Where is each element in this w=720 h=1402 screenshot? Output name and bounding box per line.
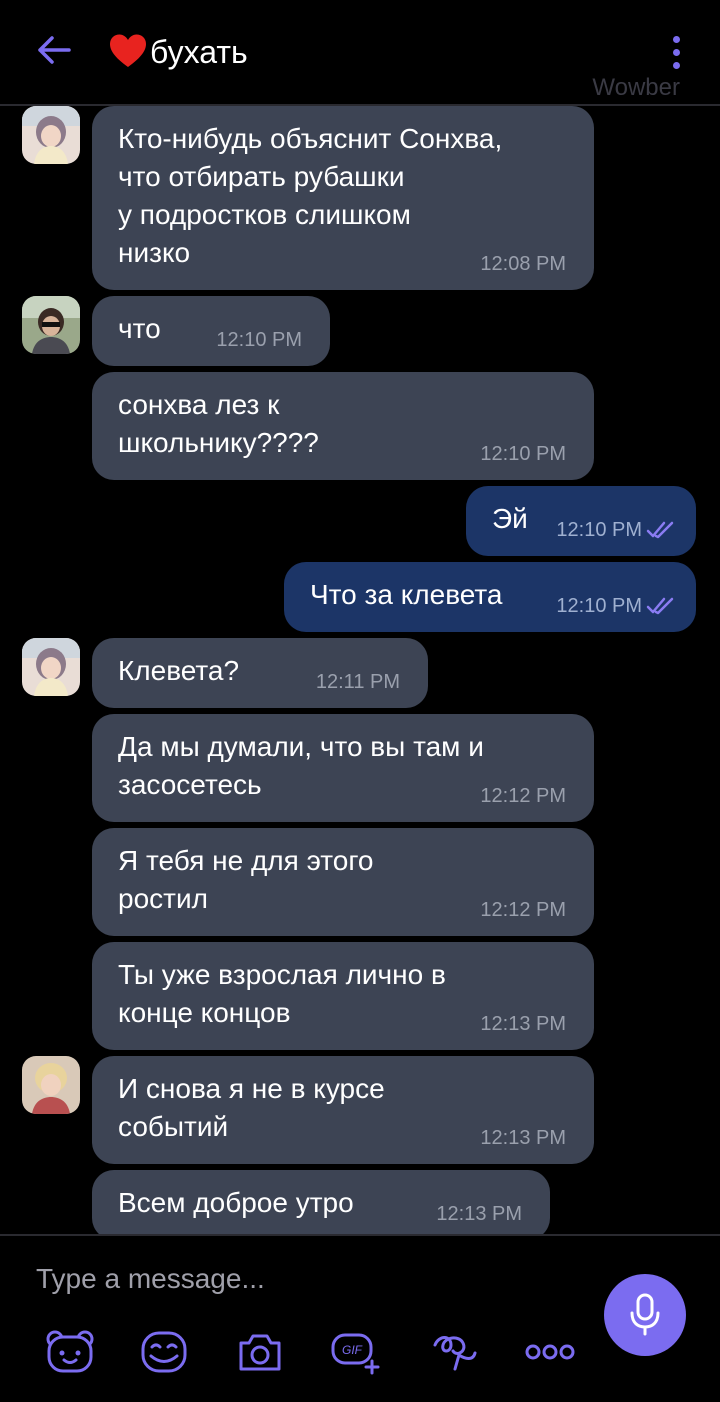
- message-list[interactable]: Кто-нибудь объяснит Сонхва, что отбирать…: [0, 106, 720, 1234]
- back-arrow-icon[interactable]: [32, 28, 76, 72]
- message-bubble[interactable]: сонхва лез к школьнику???? 12:10 PM: [92, 372, 594, 480]
- message-time: 12:13 PM: [436, 1203, 522, 1225]
- read-double-check-icon: [646, 597, 674, 615]
- avatar[interactable]: [22, 1056, 80, 1114]
- composer-bar: GIF: [0, 1234, 720, 1402]
- message-input[interactable]: [34, 1254, 578, 1304]
- gif-icon[interactable]: GIF: [330, 1328, 382, 1376]
- watermark: Wowber: [592, 74, 680, 101]
- chat-title-text: бухать: [150, 33, 248, 70]
- message-bubble[interactable]: что 12:10 PM: [92, 296, 330, 366]
- message-time: 12:10 PM: [480, 443, 566, 465]
- message-bubble[interactable]: Я тебя не для этого ростил 12:12 PM: [92, 828, 594, 936]
- message-time: 12:13 PM: [480, 1127, 566, 1149]
- avatar[interactable]: [22, 638, 80, 696]
- chat-title[interactable]: бухать: [108, 28, 248, 76]
- message-bubble[interactable]: Всем доброе утро 12:13 PM: [92, 1170, 550, 1234]
- message-time: 12:10 PM: [556, 595, 642, 617]
- svg-text:GIF: GIF: [342, 1343, 363, 1357]
- microphone-icon[interactable]: [604, 1274, 686, 1356]
- heart-icon: [110, 34, 146, 67]
- message-time: 12:10 PM: [556, 519, 642, 541]
- message-bubble[interactable]: И снова я не в курсе событий 12:13 PM: [92, 1056, 594, 1164]
- message-time: 12:08 PM: [480, 253, 566, 275]
- emoji-icon[interactable]: [138, 1328, 190, 1376]
- sticker-bear-icon[interactable]: [44, 1328, 96, 1376]
- avatar[interactable]: [22, 296, 80, 354]
- message-time: 12:12 PM: [480, 899, 566, 921]
- avatar[interactable]: [22, 106, 80, 164]
- doodle-icon[interactable]: [428, 1328, 480, 1376]
- message-bubble[interactable]: Кто-нибудь объяснит Сонхва, что отбирать…: [92, 106, 594, 290]
- more-icon[interactable]: [524, 1328, 576, 1376]
- message-bubble-outgoing[interactable]: Что за клевета 12:10 PM: [284, 562, 696, 632]
- message-bubble-outgoing[interactable]: Эй 12:10 PM: [466, 486, 696, 556]
- message-time: 12:13 PM: [480, 1013, 566, 1035]
- message-bubble[interactable]: Да мы думали, что вы там и засосетесь 12…: [92, 714, 594, 822]
- message-text: Кто-нибудь объяснит Сонхва, что отбирать…: [118, 123, 503, 268]
- message-bubble[interactable]: Клевета? 12:11 PM: [92, 638, 428, 708]
- message-time: 12:10 PM: [216, 329, 302, 351]
- read-double-check-icon: [646, 521, 674, 539]
- more-options-icon[interactable]: [660, 30, 692, 74]
- camera-icon[interactable]: [234, 1328, 286, 1376]
- message-time: 12:11 PM: [315, 671, 400, 693]
- message-time: 12:12 PM: [480, 785, 566, 807]
- message-bubble[interactable]: Ты уже взрослая лично в конце концов 12:…: [92, 942, 594, 1050]
- chat-header: бухать Wowber: [0, 0, 720, 106]
